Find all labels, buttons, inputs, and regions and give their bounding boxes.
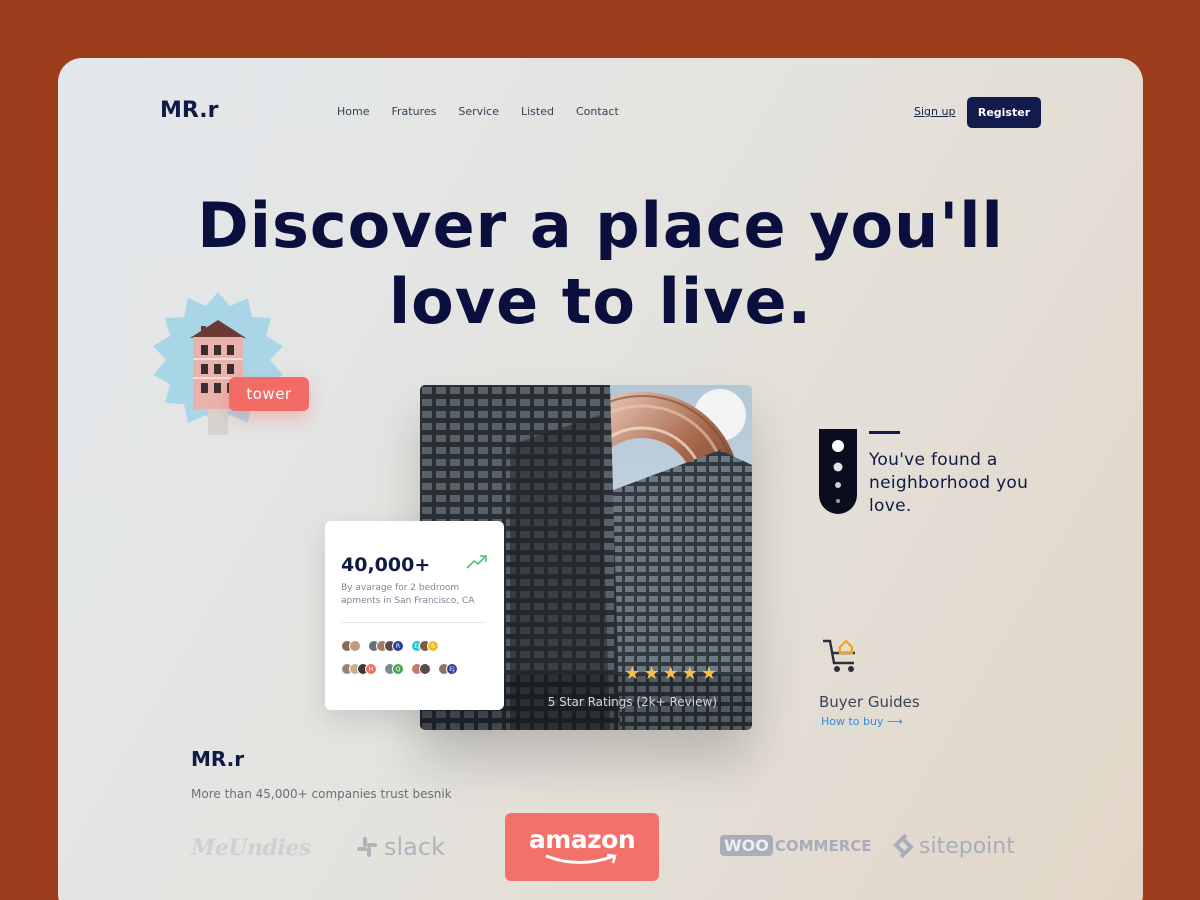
avatar: [349, 640, 361, 652]
buyer-guides: Buyer Guides How to buy ⟶: [819, 635, 920, 728]
brand-commerce-label: COMMERCE: [774, 836, 872, 855]
brand-amazon-label: amazon: [528, 825, 636, 854]
brand-woocommerce[interactable]: WOO COMMERCE: [720, 835, 872, 856]
amazon-smile-icon: [545, 853, 617, 864]
brand-slack-label: slack: [384, 833, 445, 861]
stats-value: 40,000+: [341, 554, 431, 576]
tower-tag-label: tower: [246, 385, 292, 403]
avatar: S: [427, 640, 439, 652]
sitepoint-icon: [893, 833, 914, 859]
avatar: Q: [392, 663, 404, 675]
how-to-buy-link[interactable]: How to buy ⟶: [821, 715, 903, 728]
avatar-list: R EJ S H Q EJ: [341, 640, 491, 686]
avatar: EJ: [446, 663, 458, 675]
hero-line-2: love to live.: [388, 265, 813, 338]
signup-link[interactable]: Sign up: [914, 105, 955, 118]
avatar: H: [365, 663, 377, 675]
brand-woo-label: WOO: [720, 835, 773, 856]
brand-slack[interactable]: slack: [356, 833, 445, 861]
star-icon: ★: [681, 663, 698, 683]
tower-badge: [146, 290, 291, 435]
trust-text: More than 45,000+ companies trust besnik: [191, 787, 452, 801]
neighborhood-block: You've found a neighborhood you love.: [819, 429, 1028, 520]
star-icon: ★: [700, 663, 717, 683]
brand-meundies-label: MeUndies: [191, 835, 311, 861]
avatar: R: [392, 640, 404, 652]
neighborhood-text: You've found a neighborhood you love.: [869, 450, 1029, 516]
divider: [341, 622, 486, 623]
nav-service[interactable]: Service: [458, 105, 499, 118]
brand-sitepoint-label: sitepoint: [919, 833, 1015, 859]
nav-contact[interactable]: Contact: [576, 105, 619, 118]
shopping-cart-home-icon: [823, 639, 855, 672]
brand-sitepoint[interactable]: sitepoint: [892, 833, 1015, 859]
nav-listed[interactable]: Listed: [521, 105, 554, 118]
brand-logos: MeUndies slack amazon WOO COMMERCE sitep…: [58, 813, 1143, 883]
stats-card: 40,000+ By avarage for 2 bedroom apments…: [325, 521, 504, 710]
hero-line-1: Discover a place you'll: [197, 189, 1004, 262]
star-icon: ★: [624, 663, 641, 683]
slack-icon: [357, 837, 377, 857]
nav-features[interactable]: Fratures: [391, 105, 436, 118]
landing-card: MR.r Home Fratures Service Listed Contac…: [58, 58, 1143, 900]
main-nav: Home Fratures Service Listed Contact: [337, 105, 619, 118]
trend-up-icon: [466, 555, 487, 569]
trust-logo: MR.r: [191, 747, 245, 771]
star-icon: ★: [643, 663, 660, 683]
tower-tag: tower: [229, 377, 309, 411]
brand-amazon[interactable]: amazon: [505, 813, 659, 881]
brand-meundies[interactable]: MeUndies: [191, 835, 311, 861]
nav-home[interactable]: Home: [337, 105, 369, 118]
rating-stars: ★ ★ ★ ★ ★: [624, 664, 717, 682]
star-icon: ★: [662, 663, 679, 683]
rating-text: 5 Star Ratings (2k+ Review): [547, 695, 717, 709]
badge-burst-shape: [153, 292, 283, 435]
buyer-guides-title: Buyer Guides: [819, 693, 920, 711]
stats-description: By avarage for 2 bedroom apments in San …: [341, 583, 475, 606]
register-button[interactable]: Register: [967, 97, 1041, 128]
site-logo[interactable]: MR.r: [160, 98, 218, 123]
slider-dots-icon: [819, 429, 857, 514]
accent-dash: [869, 431, 900, 434]
avatar: [419, 663, 431, 675]
